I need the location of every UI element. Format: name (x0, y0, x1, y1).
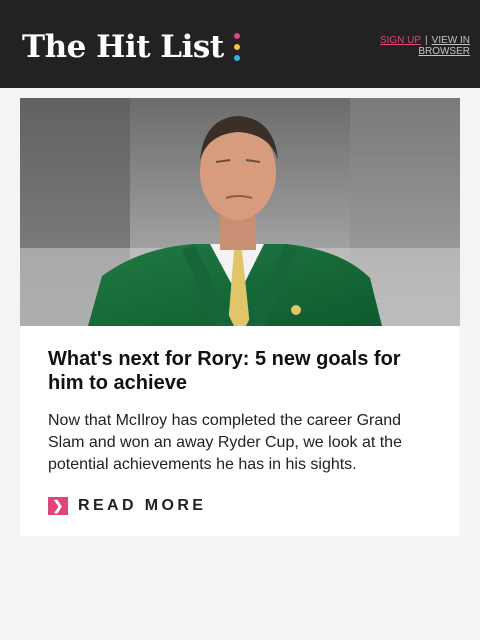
article-headline[interactable]: What's next for Rory: 5 new goals for hi… (48, 347, 432, 395)
link-separator: | (425, 35, 428, 46)
article-summary: Now that McIlroy has completed the caree… (48, 412, 402, 473)
read-more-button[interactable]: ❯ READ MORE (48, 496, 206, 515)
header-links: SIGN UP | VIEW IN BROWSER (360, 35, 470, 57)
article-card: What's next for Rory: 5 new goals for hi… (20, 98, 460, 536)
email-header: The Hit List SIGN UP | VIEW IN BROWSER (0, 0, 480, 88)
logo-dots-icon (233, 33, 240, 61)
logo[interactable]: The Hit List (22, 28, 240, 66)
hero-photo (20, 98, 460, 326)
logo-text: The Hit List (22, 28, 224, 65)
read-more-label: READ MORE (78, 496, 207, 514)
sign-up-link[interactable]: SIGN UP (380, 35, 421, 46)
logo-dot (233, 33, 240, 39)
hero-image[interactable] (20, 98, 460, 326)
logo-dot (233, 44, 240, 50)
logo-dot (233, 55, 240, 61)
chevron-right-icon: ❯ (48, 496, 68, 515)
